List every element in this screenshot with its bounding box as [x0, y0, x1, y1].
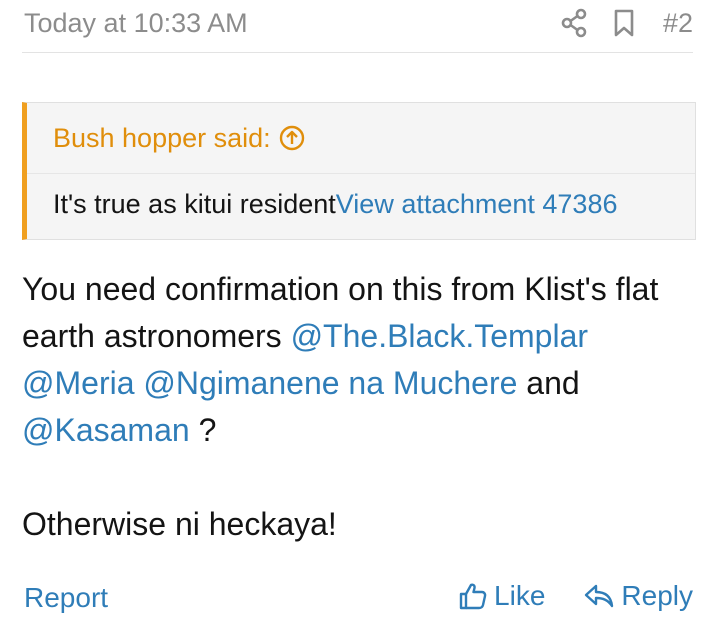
- post-footer: Report Like Reply: [22, 580, 693, 620]
- quote-content: It's true as kitui residentView attachme…: [53, 189, 617, 220]
- reply-label: Reply: [621, 580, 693, 611]
- post-header-actions: #2: [559, 6, 693, 40]
- post-timestamp[interactable]: Today at 10:33 AM: [24, 8, 248, 39]
- quote-block: Bush hopper said: It's true as kitui res…: [22, 102, 696, 240]
- mention-link[interactable]: @Kasaman: [22, 412, 190, 448]
- bookmark-icon[interactable]: [611, 6, 637, 40]
- mention-link[interactable]: @The.Black.Templar: [291, 318, 588, 354]
- message-text: ?: [189, 412, 217, 448]
- report-link[interactable]: Report: [24, 582, 108, 614]
- share-icon[interactable]: [559, 6, 589, 40]
- quote-author-link[interactable]: Bush hopper said:: [53, 123, 271, 154]
- thumbs-up-icon: [458, 581, 488, 611]
- message-text: and: [517, 365, 580, 401]
- post-actions: Like Reply: [458, 580, 693, 612]
- mention-link[interactable]: @Meria: [22, 365, 135, 401]
- post-number-link[interactable]: #2: [663, 8, 693, 39]
- message-paragraph: Otherwise ni heckaya!: [22, 506, 337, 542]
- post-header: Today at 10:33 AM #2: [22, 0, 693, 53]
- arrow-up-circle-icon[interactable]: [279, 125, 305, 151]
- post-message: You need confirmation on this from Klist…: [22, 266, 702, 548]
- reply-button[interactable]: Reply: [583, 580, 693, 612]
- attachment-link[interactable]: View attachment 47386: [336, 189, 618, 219]
- quote-text: It's true as kitui resident: [53, 189, 336, 219]
- like-label: Like: [494, 580, 546, 611]
- quote-header: Bush hopper said:: [27, 103, 695, 174]
- message-paragraph: You need confirmation on this from Klist…: [22, 266, 702, 454]
- reply-icon: [583, 582, 615, 610]
- mention-link[interactable]: @Ngimanene na Muchere: [143, 365, 517, 401]
- like-button[interactable]: Like: [458, 580, 545, 612]
